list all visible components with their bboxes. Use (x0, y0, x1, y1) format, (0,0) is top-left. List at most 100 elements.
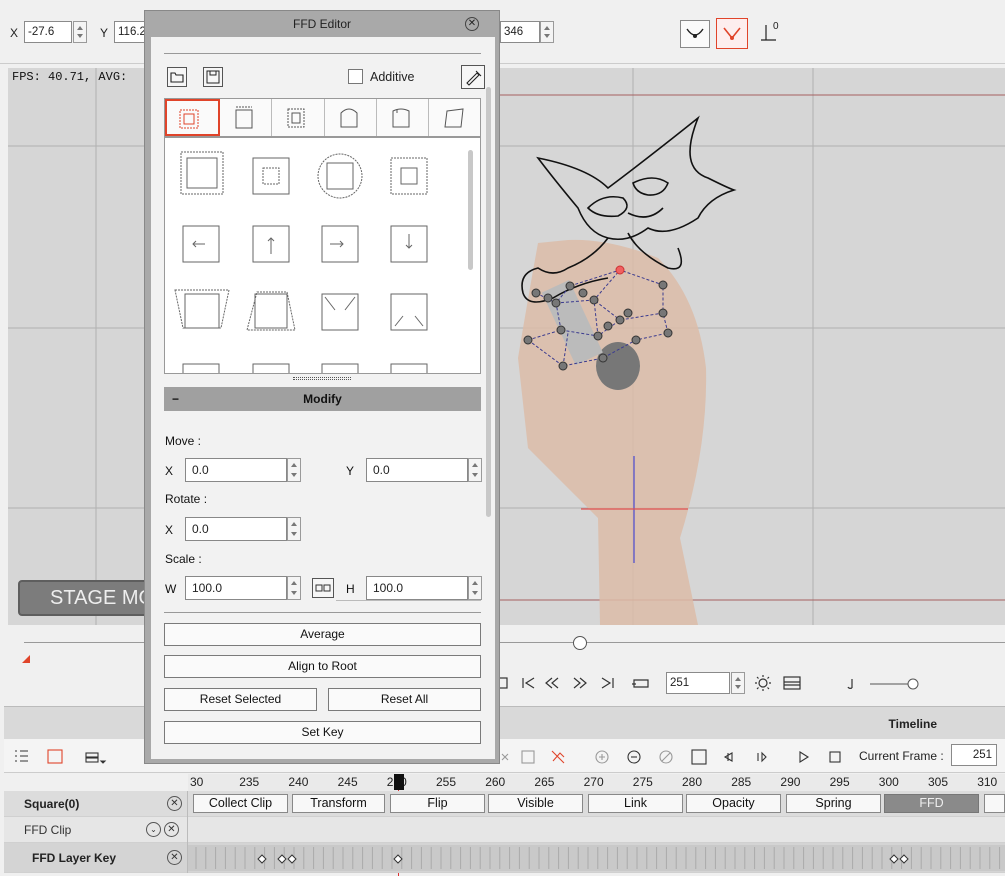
extra-controls (755, 675, 801, 691)
layer-icon (85, 757, 99, 763)
timeline-ruler[interactable]: 3023524024525025526026527027528028529029… (188, 774, 1005, 791)
track-row-ffd-clip[interactable]: FFD Clip ⌄ ✕ (4, 817, 1005, 843)
tab-all-points[interactable] (165, 99, 221, 136)
link-scale-button[interactable] (312, 578, 334, 598)
tab-skew[interactable] (429, 99, 480, 136)
move-x-spinner[interactable] (287, 458, 301, 482)
y-label: Y (100, 26, 109, 40)
timeline-title: Timeline (888, 717, 937, 731)
rotate-x-spinner[interactable] (287, 517, 301, 541)
track-chip-opacity[interactable]: Opacity (686, 794, 781, 813)
ruler-tick-label: 235 (239, 775, 260, 789)
track-chip-visible[interactable]: Visible (488, 794, 583, 813)
all-points-icon (179, 109, 199, 129)
tab-top[interactable] (220, 99, 273, 136)
preset-tiles[interactable] (165, 138, 481, 374)
modify-label: Modify (303, 392, 342, 406)
save-button[interactable] (203, 67, 223, 87)
timeline-right-tools[interactable] (500, 747, 860, 767)
set-key-button[interactable]: Set Key (164, 721, 481, 744)
link-icon (315, 584, 331, 592)
scale-h-field[interactable]: 100.0 (366, 576, 468, 600)
move-label: Move : (165, 434, 202, 448)
curve-sharp-button[interactable] (716, 18, 748, 49)
curve-smooth-button[interactable] (680, 20, 710, 48)
preset-right (321, 225, 359, 263)
divider (164, 53, 481, 54)
save-icon (206, 70, 220, 84)
ruler-tick-label: 285 (731, 775, 752, 789)
ruler-tick-label: 255 (436, 775, 457, 789)
ruler-tick-label: 290 (780, 775, 801, 789)
z-position-field[interactable]: 346 (500, 21, 540, 43)
reset-all-button[interactable]: Reset All (328, 688, 481, 711)
track-row-square[interactable]: Square(0) ✕ Collect Clip Transform Flip Vis… (4, 791, 1005, 817)
ruler-tick-label: 270 (583, 775, 604, 789)
tab-middle[interactable] (272, 99, 325, 136)
move-x-field[interactable]: 0.0 (185, 458, 287, 482)
move-y-spinner[interactable] (468, 458, 482, 482)
preset-star (390, 157, 428, 195)
track-chip-link[interactable]: Link (588, 794, 683, 813)
preset-down (390, 225, 428, 263)
timeline-left-tools[interactable] (12, 747, 152, 767)
last-frame-icon (601, 677, 614, 689)
modify-section-header[interactable]: − Modify (164, 387, 481, 411)
sharp-curve-icon (723, 27, 741, 40)
skew-icon (444, 108, 464, 128)
rotate-x-field[interactable]: 0.0 (185, 517, 287, 541)
playhead-marker[interactable] (394, 774, 404, 790)
picker-button[interactable] (461, 65, 485, 89)
volume-slider[interactable] (844, 674, 924, 694)
move-y-field[interactable]: 0.0 (366, 458, 468, 482)
close-track-icon[interactable]: ✕ (167, 796, 182, 811)
x-spinner[interactable] (73, 21, 87, 43)
ruler-tick-label: 260 (485, 775, 506, 789)
range-start-marker[interactable] (22, 655, 30, 663)
align-to-root-button[interactable]: Align to Root (164, 655, 481, 678)
fit-view-icon (691, 749, 707, 765)
x-position-field[interactable]: -27.6 (24, 21, 72, 43)
stop-timeline-icon (829, 751, 841, 763)
additive-checkbox[interactable] (348, 69, 363, 84)
forward-icon (573, 677, 587, 689)
track-chip-collect-clip[interactable]: Collect Clip (193, 794, 288, 813)
close-dialog-icon[interactable]: ✕ (465, 17, 479, 31)
scale-w-field[interactable]: 100.0 (185, 576, 287, 600)
frame-spinner[interactable] (731, 672, 745, 694)
open-folder-button[interactable] (167, 67, 187, 87)
track-row-ffd-layer-key[interactable]: FFD Layer Key ✕ (4, 843, 1005, 873)
resize-grip[interactable] (293, 377, 351, 380)
z-spinner[interactable] (540, 21, 554, 43)
playback-slider-thumb[interactable] (573, 636, 587, 650)
track-chip-ffd[interactable]: FFD (884, 794, 979, 813)
average-button[interactable]: Average (164, 623, 481, 646)
tab-arc[interactable] (325, 99, 377, 136)
scale-h-spinner[interactable] (468, 576, 482, 600)
track-chip-flip[interactable]: Flip (390, 794, 485, 813)
grid-scrollbar[interactable] (468, 150, 473, 270)
stop-icon (498, 677, 508, 689)
fps-readout: FPS: 40.71, AVG: (12, 70, 128, 84)
snap-axis-button[interactable]: 0 (760, 20, 784, 46)
expand-track-icon[interactable]: ⌄ (146, 822, 161, 837)
preset-pinch (321, 293, 359, 331)
track-chip-overflow[interactable] (984, 794, 1005, 813)
scale-w-spinner[interactable] (287, 576, 301, 600)
close-track-icon[interactable]: ✕ (167, 850, 182, 865)
key-strip[interactable] (188, 845, 1005, 871)
dialog-scrollbar[interactable] (486, 87, 491, 517)
tab-bulge[interactable] (377, 99, 429, 136)
frame-input[interactable]: 251 (666, 672, 730, 694)
ruler-tick-label: 300 (878, 775, 899, 789)
folder-icon (170, 72, 184, 83)
y-position-field[interactable]: 116.2 (114, 21, 148, 43)
current-frame-field[interactable]: 251 (951, 744, 997, 766)
play-icon (799, 751, 810, 763)
track-chip-transform[interactable]: Transform (292, 794, 385, 813)
track-chip-spring[interactable]: Spring (786, 794, 881, 813)
ffd-editor-dialog: FFD Editor ✕ Additive − Modify Move: X … (144, 10, 500, 764)
track-name: Square(0) (4, 791, 188, 817)
reset-selected-button[interactable]: Reset Selected (164, 688, 317, 711)
close-track-icon[interactable]: ✕ (164, 822, 179, 837)
